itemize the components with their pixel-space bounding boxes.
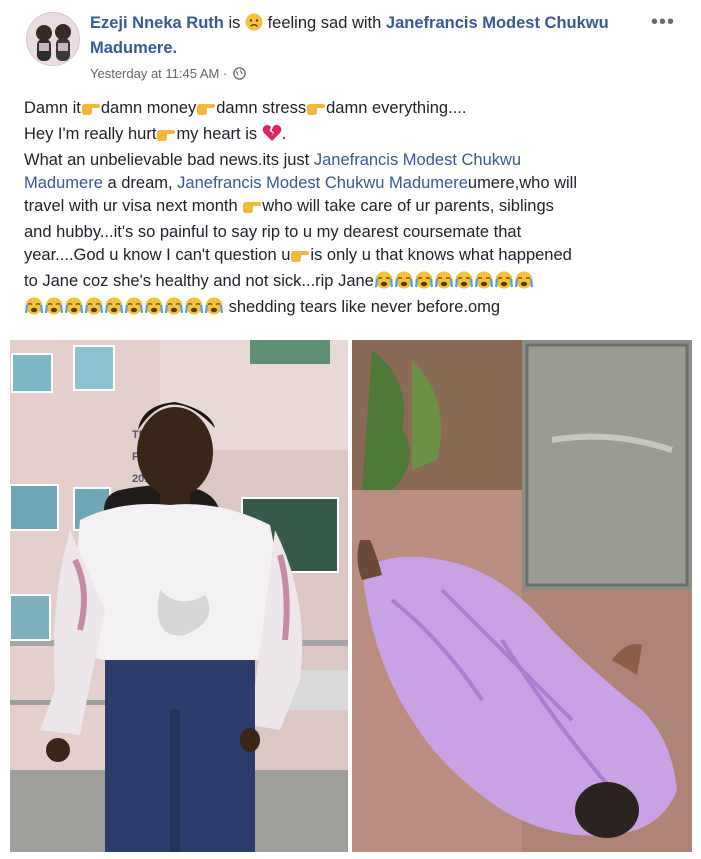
body-text: my heart is [176, 125, 258, 143]
crying-face-icon [414, 271, 434, 296]
crying-face-icon [144, 297, 164, 322]
crying-face-icon [394, 271, 414, 296]
body-text: Hey I'm really hurt [24, 125, 157, 143]
point-right-icon [306, 100, 326, 123]
post-body: Damn it damn money damn stress damn everyth… [24, 97, 674, 322]
more-options-icon[interactable]: ••• [651, 12, 675, 32]
crying-face-icon [494, 271, 514, 296]
crying-face-icon [64, 297, 84, 322]
crying-face-icon [374, 271, 394, 296]
crying-face-icon [24, 297, 44, 322]
body-text: umere,who will [467, 174, 578, 192]
crying-face-icon [454, 271, 474, 296]
body-text: to Jane coz she's healthy and not sick..… [24, 272, 374, 290]
photo-grid: TET PRO 201 [10, 340, 692, 852]
crying-face-icon [204, 297, 224, 322]
body-text: year....God u know I can't question u [24, 246, 291, 264]
point-right-icon [196, 100, 216, 123]
post-timestamp[interactable]: Yesterday at 11:45 AM · [90, 66, 246, 83]
crying-face-icon [514, 271, 534, 296]
crying-face-icon [434, 271, 454, 296]
globe-icon [233, 67, 246, 83]
author-avatar[interactable] [26, 12, 80, 66]
avatar-photo [27, 13, 79, 65]
body-text: damn money [100, 99, 197, 117]
post-header: Ezeji Nneka Ruth is feeling sad with Jan… [26, 10, 681, 90]
post-author-line: Ezeji Nneka Ruth is feeling sad with Jan… [90, 12, 630, 59]
is-word: is [228, 14, 241, 32]
body-text: a dream, [102, 174, 178, 192]
body-text: and hubby...it's so painful to say rip t… [24, 223, 522, 241]
body-text: who will take care of ur parents, siblin… [262, 197, 554, 215]
photo-covered-body[interactable] [352, 340, 692, 852]
sad-face-emoji-icon [245, 13, 263, 37]
crying-emoji-row-2 [24, 297, 224, 316]
crying-face-icon [474, 271, 494, 296]
author-name[interactable]: Ezeji Nneka Ruth [90, 14, 224, 32]
mention-link[interactable]: Madumere [24, 174, 103, 192]
body-text: Damn it [24, 99, 81, 117]
point-right-icon [242, 198, 262, 221]
crying-face-icon [184, 297, 204, 322]
point-right-icon [156, 126, 176, 149]
broken-heart-icon [262, 124, 282, 149]
mention-link[interactable]: Janefrancis Modest Chukwu [314, 151, 521, 169]
point-right-icon [290, 247, 310, 270]
body-text: What an unbelievable bad news.its just [24, 151, 314, 169]
body-text: . [281, 125, 287, 143]
facebook-post: Ezeji Nneka Ruth is feeling sad with Jan… [0, 0, 701, 859]
crying-face-icon [164, 297, 184, 322]
crying-face-icon [124, 297, 144, 322]
feeling-text: feeling sad with [267, 14, 382, 32]
photo-woman-standing[interactable]: TET PRO 201 [10, 340, 348, 852]
crying-emoji-row-1 [374, 271, 534, 290]
body-text: damn stress [216, 99, 307, 117]
mention-link[interactable]: Janefrancis Modest Chukwu Madumere [177, 174, 468, 192]
body-text: damn everything.... [326, 99, 467, 117]
body-text: travel with ur visa next month [24, 197, 238, 215]
body-text: shedding tears like never before.omg [224, 298, 501, 316]
point-right-icon [81, 100, 101, 123]
timestamp-text: Yesterday at 11:45 AM · [90, 66, 228, 81]
crying-face-icon [104, 297, 124, 322]
body-text: is only u that knows what happened [310, 246, 572, 264]
crying-face-icon [44, 297, 64, 322]
crying-face-icon [84, 297, 104, 322]
